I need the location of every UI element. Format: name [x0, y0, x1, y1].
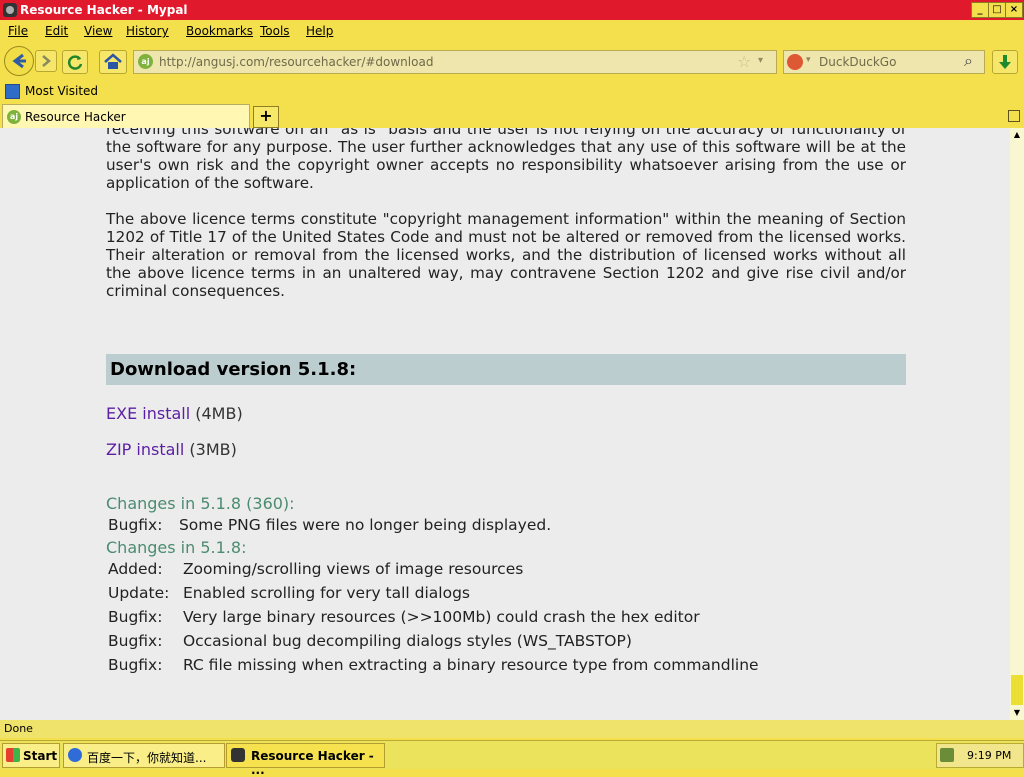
back-button[interactable] — [4, 46, 34, 76]
resource-hacker-icon — [231, 748, 245, 762]
windows-icon — [6, 748, 20, 762]
home-icon — [104, 53, 122, 69]
search-bar[interactable]: ▾ DuckDuckGo ⌕ — [783, 50, 985, 74]
system-tray: 9:19 PM — [936, 743, 1024, 768]
status-bar: Done — [0, 720, 1024, 738]
search-icon[interactable]: ⌕ — [964, 51, 973, 71]
taskbar-item-baidu[interactable]: 百度一下，你就知道... — [63, 743, 225, 768]
menu-history[interactable]: History — [126, 24, 169, 38]
start-button[interactable]: Start — [2, 743, 60, 768]
change-row: Bugfix: Occasional bug decompiling dialo… — [108, 632, 632, 650]
change-type: Bugfix: — [108, 516, 163, 534]
tab-label: Resource Hacker — [25, 110, 126, 124]
search-engine-dropdown-icon[interactable]: ▾ — [806, 55, 811, 65]
exe-install-link[interactable]: EXE install — [106, 404, 190, 423]
url-text[interactable]: http://angusj.com/resourcehacker/#downlo… — [159, 55, 433, 69]
change-row: Bugfix: Some PNG files were no longer be… — [108, 516, 551, 534]
bookmarks-toolbar: Most Visited — [0, 82, 1024, 102]
most-visited-icon — [5, 84, 20, 99]
vertical-scrollbar[interactable]: ▲ ▼ — [1010, 128, 1024, 720]
address-bar[interactable]: aj http://angusj.com/resourcehacker/#dow… — [133, 50, 777, 74]
zip-install-row: ZIP install (3MB) — [106, 440, 237, 459]
change-text: Some PNG files were no longer being disp… — [178, 516, 552, 534]
menu-file[interactable]: File — [8, 24, 28, 38]
navigation-toolbar: aj http://angusj.com/resourcehacker/#dow… — [0, 44, 1024, 80]
tab-resource-hacker[interactable]: aj Resource Hacker — [2, 104, 250, 129]
forward-arrow-icon — [42, 55, 51, 67]
changes-heading-360: Changes in 5.1.8 (360): — [106, 494, 295, 513]
site-icon: aj — [138, 54, 153, 69]
menu-help[interactable]: Help — [306, 24, 333, 38]
page-content: receiving this software on an "as is" ba… — [0, 128, 1010, 720]
change-text: Zooming/scrolling views of image resourc… — [182, 560, 524, 578]
change-row: Bugfix: RC file missing when extracting … — [108, 656, 759, 674]
download-title: Download version 5.1.8: — [110, 359, 357, 380]
new-tab-button[interactable]: + — [253, 106, 279, 128]
duckduckgo-icon — [787, 54, 803, 70]
change-row: Added: Zooming/scrolling views of image … — [108, 560, 523, 578]
tab-list-icon[interactable] — [1008, 110, 1020, 122]
exe-install-size: (4MB) — [195, 404, 243, 423]
change-type: Bugfix: — [108, 656, 163, 674]
tab-bar: aj Resource Hacker + — [0, 102, 1024, 129]
minimize-button[interactable]: _ — [971, 2, 989, 18]
change-row: Bugfix: Very large binary resources (>>1… — [108, 608, 700, 626]
forward-button[interactable] — [35, 50, 57, 72]
changes-heading: Changes in 5.1.8: — [106, 538, 247, 557]
start-label: Start — [23, 749, 58, 763]
reload-icon — [67, 55, 83, 70]
close-button[interactable]: × — [1005, 2, 1023, 18]
download-header: Download version 5.1.8: — [106, 354, 906, 385]
taskbar-item-label: 百度一下，你就知道... — [87, 751, 207, 765]
taskbar-item-label: Resource Hacker - ... — [251, 749, 374, 777]
scroll-thumb[interactable] — [1011, 675, 1023, 705]
taskbar: Start 百度一下，你就知道... Resource Hacker - ...… — [0, 740, 1024, 777]
download-icon — [999, 55, 1011, 69]
back-arrow-icon — [12, 53, 26, 69]
exe-install-row: EXE install (4MB) — [106, 404, 243, 423]
menu-edit[interactable]: Edit — [45, 24, 68, 38]
change-type: Bugfix: — [108, 632, 163, 650]
title-bar: Resource Hacker - Mypal _ □ × — [0, 0, 1024, 20]
licence-paragraph-2: The above licence terms constitute "copy… — [106, 210, 906, 300]
home-button[interactable] — [99, 50, 127, 74]
browser-icon — [68, 748, 82, 762]
history-dropdown-icon[interactable]: ▾ — [758, 55, 763, 66]
taskbar-item-resource-hacker[interactable]: Resource Hacker - ... — [226, 743, 385, 777]
menu-bar: File Edit View History Bookmarks Tools H… — [0, 20, 1024, 42]
zip-install-link[interactable]: ZIP install — [106, 440, 184, 459]
change-text: Enabled scrolling for very tall dialogs — [182, 584, 471, 602]
menu-bookmarks[interactable]: Bookmarks — [186, 24, 253, 38]
change-type: Added: — [108, 560, 163, 578]
change-type: Update: — [108, 584, 170, 602]
zip-install-size: (3MB) — [189, 440, 237, 459]
licence-paragraph-1: receiving this software on an "as is" ba… — [106, 128, 906, 192]
window-title: Resource Hacker - Mypal — [20, 3, 188, 17]
scroll-down-icon[interactable]: ▼ — [1011, 707, 1023, 719]
tab-favicon-icon: aj — [7, 110, 21, 124]
bookmark-star-icon[interactable]: ☆ — [737, 52, 751, 71]
reload-button[interactable] — [62, 50, 88, 74]
app-icon — [3, 3, 17, 17]
search-placeholder[interactable]: DuckDuckGo — [819, 55, 896, 69]
scroll-up-icon[interactable]: ▲ — [1011, 129, 1023, 141]
change-text: Very large binary resources (>>100Mb) co… — [182, 608, 700, 626]
change-text: RC file missing when extracting a binary… — [182, 656, 759, 674]
menu-tools[interactable]: Tools — [260, 24, 290, 38]
most-visited-bookmark[interactable]: Most Visited — [25, 84, 98, 98]
change-row: Update: Enabled scrolling for very tall … — [108, 584, 470, 602]
download-button[interactable] — [992, 50, 1018, 74]
change-type: Bugfix: — [108, 608, 163, 626]
clock: 9:19 PM — [967, 749, 1012, 762]
menu-view[interactable]: View — [84, 24, 112, 38]
status-text: Done — [4, 722, 33, 735]
network-icon[interactable] — [940, 748, 954, 762]
change-text: Occasional bug decompiling dialogs style… — [182, 632, 632, 650]
maximize-button[interactable]: □ — [988, 2, 1006, 18]
